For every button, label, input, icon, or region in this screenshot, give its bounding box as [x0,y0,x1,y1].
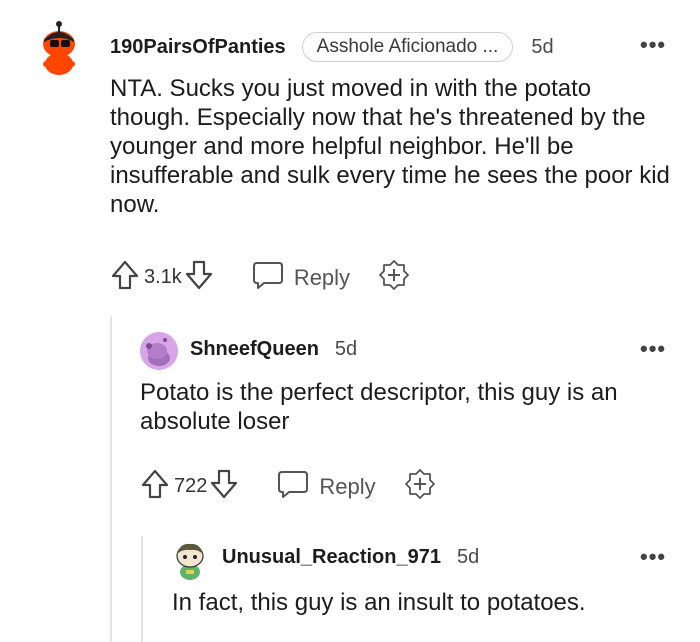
speech-bubble-icon [252,260,284,296]
snoo-avatar-icon [140,332,178,370]
upvote-arrow-icon[interactable] [140,468,170,505]
avatar[interactable] [38,20,80,76]
timestamp: 5d [456,546,480,568]
username[interactable]: 190PairsOfPanties [110,36,286,59]
timestamp: 5d [531,35,554,58]
user-flair: Asshole Aficionado ... [301,32,514,62]
downvote-arrow-icon[interactable] [184,259,214,296]
avatar[interactable] [140,332,178,370]
more-options-button[interactable]: ••• [640,544,666,570]
comment-body: Potato is the perfect descriptor, this g… [140,379,618,435]
reply-label: Reply [293,264,351,290]
award-plus-icon[interactable] [404,468,436,505]
speech-bubble-icon [277,469,309,505]
reply-button[interactable]: Reply [277,469,376,505]
comment-2: ShneefQueen 5d ••• Potato is the perfect… [0,320,700,520]
snoo-avatar-icon [176,543,204,580]
timestamp: 5d [334,338,358,360]
comment-body: NTA. Sucks you just moved in with the po… [110,75,670,218]
snoo-avatar-icon [43,21,75,75]
downvote-arrow-icon[interactable] [209,468,239,505]
reply-label: Reply [319,473,376,499]
award-plus-icon[interactable] [378,259,410,296]
vote-count: 3.1k [144,266,182,288]
reply-button[interactable]: Reply [252,260,350,296]
comment-3: Unusual_Reaction_971 5d ••• In fact, thi… [0,536,700,642]
more-options-button[interactable]: ••• [640,336,666,362]
avatar[interactable] [172,540,208,580]
username[interactable]: ShneefQueen [190,338,319,361]
comment-1: 190PairsOfPanties Asshole Aficionado ...… [0,0,700,300]
username[interactable]: Unusual_Reaction_971 [222,546,441,569]
upvote-arrow-icon[interactable] [110,259,140,296]
comment-body: In fact, this guy is an insult to potato… [172,589,586,616]
more-options-button[interactable]: ••• [640,32,666,58]
vote-count: 722 [174,475,208,497]
